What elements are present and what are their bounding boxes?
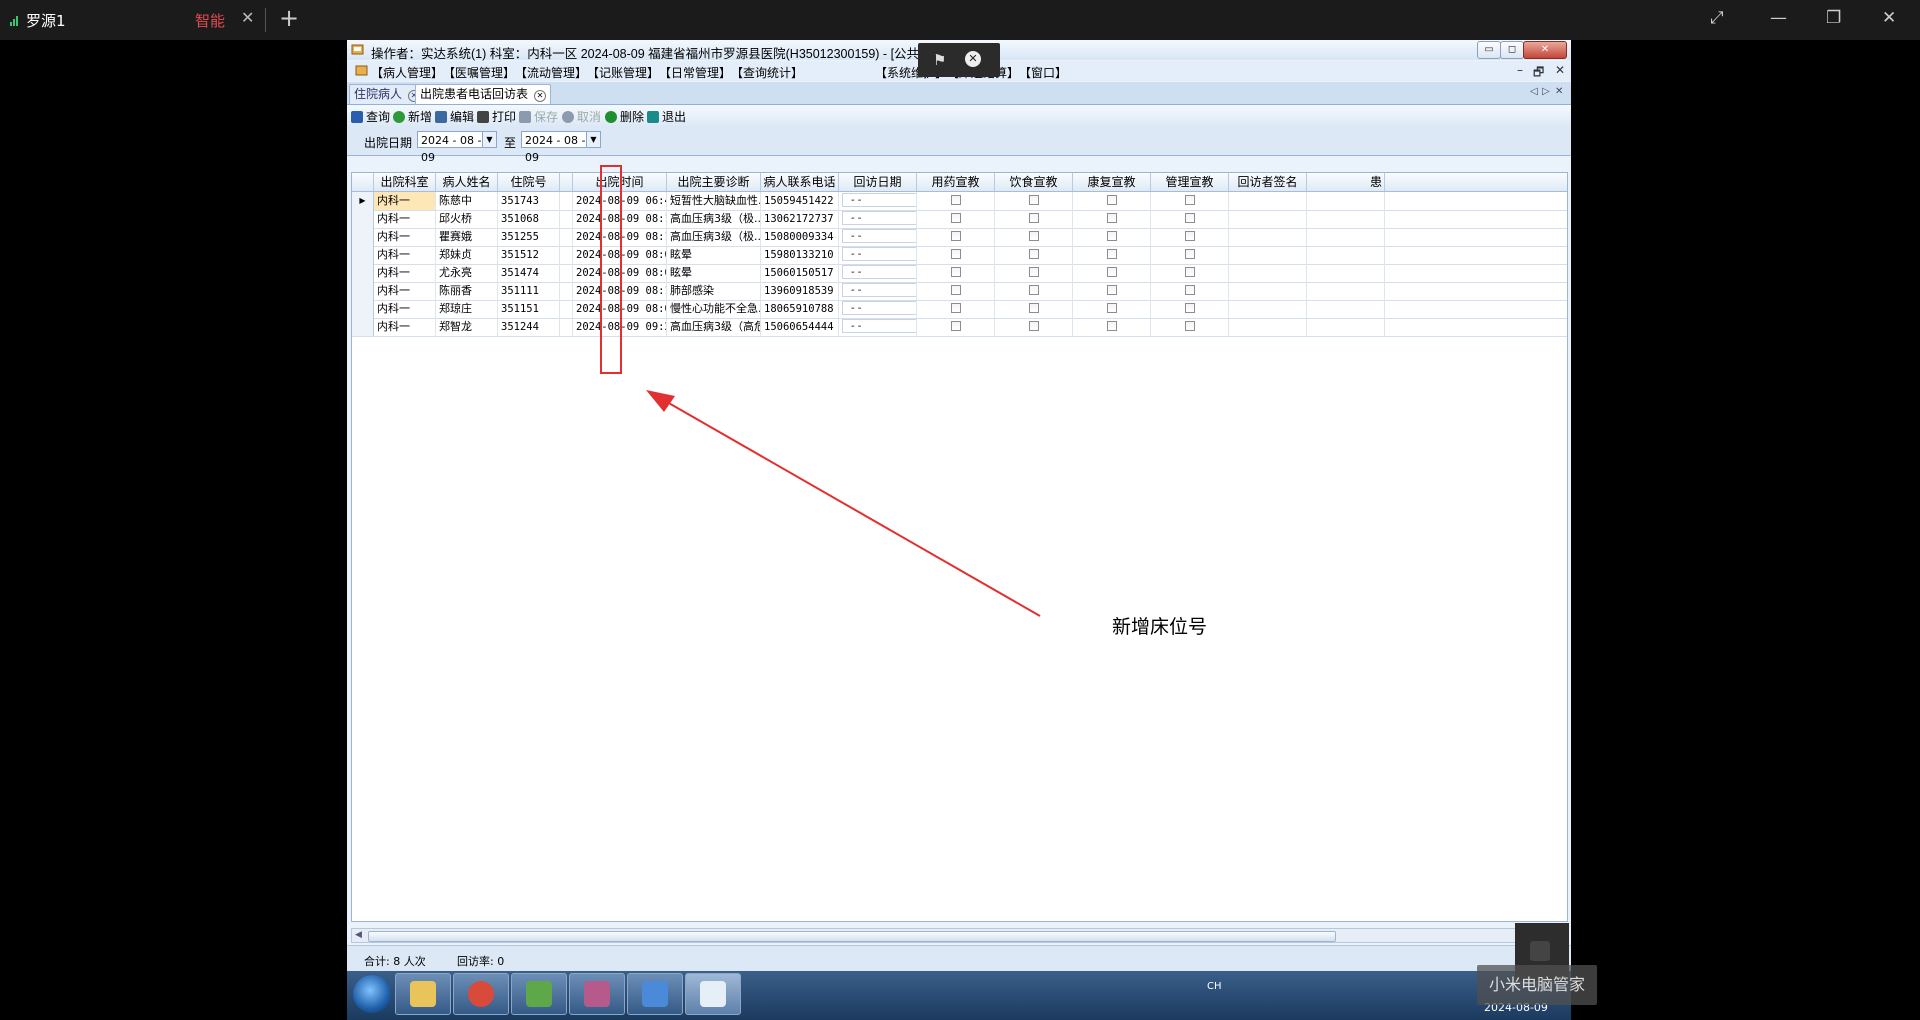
assistant-icon (1530, 941, 1550, 961)
annotation-label: 新增床位号 (1112, 616, 1208, 638)
watermark: 小米电脑管家 (1477, 965, 1597, 1005)
annotation-arrow (646, 390, 1041, 617)
